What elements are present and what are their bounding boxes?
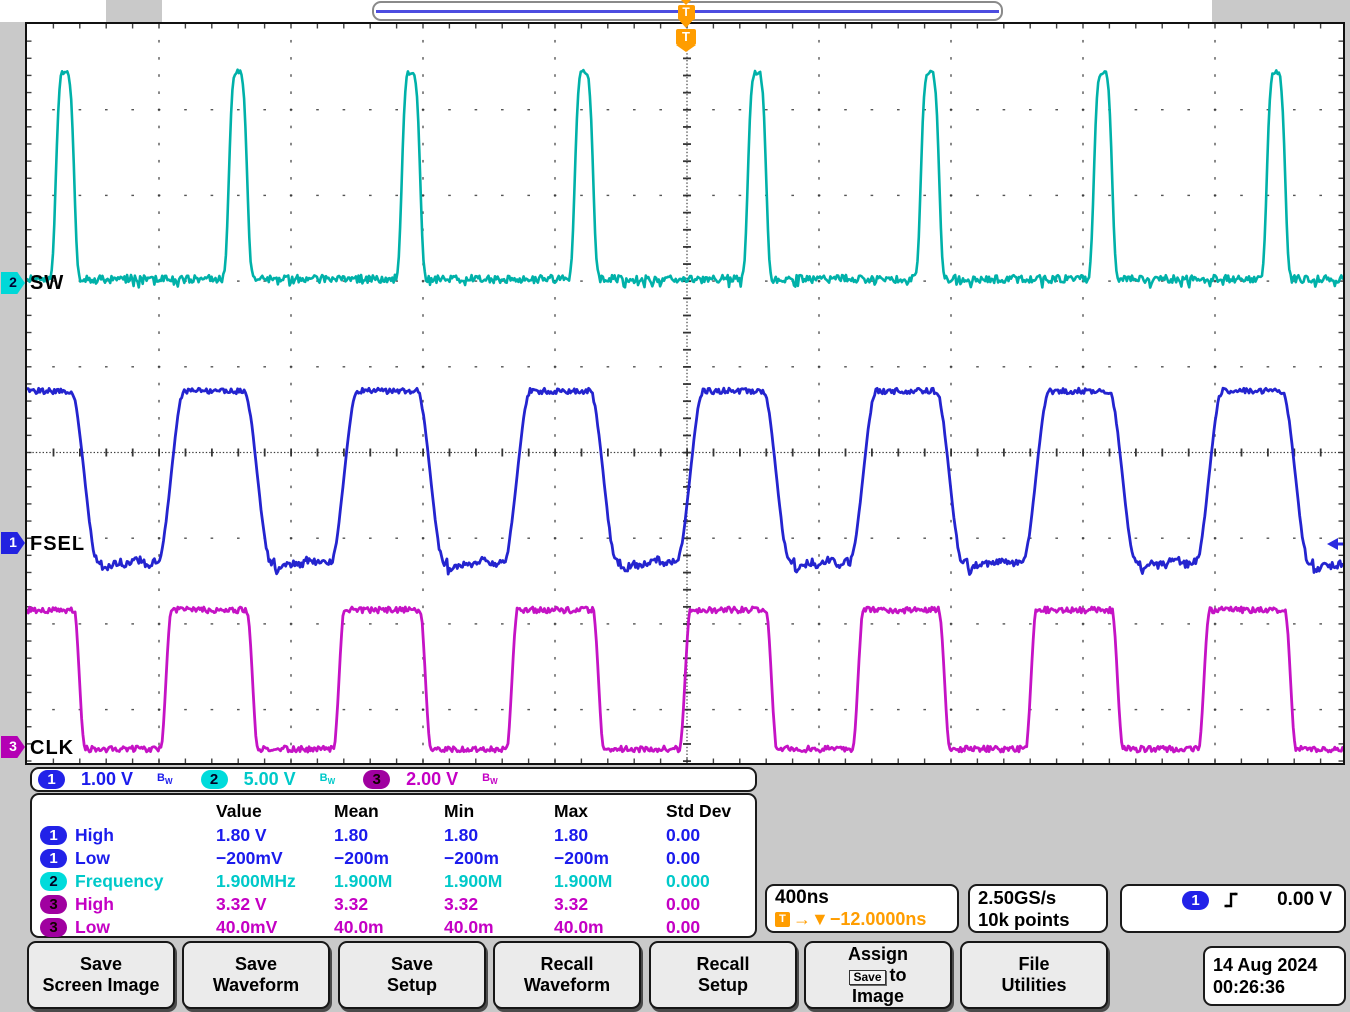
measurement-mean: 1.900M bbox=[334, 871, 444, 892]
save-screen-image-button[interactable]: SaveScreen Image bbox=[27, 941, 175, 1009]
date-text: 14 Aug 2024 bbox=[1213, 954, 1344, 976]
col-header-stddev: Std Dev bbox=[666, 801, 755, 822]
measurement-max: 1.900M bbox=[554, 871, 666, 892]
col-header-min: Min bbox=[444, 801, 554, 822]
recall-waveform-button[interactable]: RecallWaveform bbox=[493, 941, 641, 1009]
wave-label-fsel: FSEL bbox=[30, 533, 85, 556]
assign-save-to-image-button[interactable]: AssignSavetoImage bbox=[804, 941, 952, 1009]
delay-value: −12.0000ns bbox=[830, 909, 927, 930]
trigger-readout: 1 0.00 V bbox=[1120, 884, 1346, 933]
recall-setup-button[interactable]: RecallSetup bbox=[649, 941, 797, 1009]
measurement-value: 3.32 V bbox=[216, 894, 334, 915]
measurement-label: High bbox=[75, 825, 114, 846]
measurement-row: 3High3.32 V3.323.323.320.00 bbox=[40, 893, 755, 916]
datetime-box: 14 Aug 2024 00:26:36 bbox=[1203, 946, 1346, 1006]
measurement-mean: −200m bbox=[334, 848, 444, 869]
ch1-position-marker: 1 bbox=[1, 532, 25, 554]
wave-label-clk: CLK bbox=[30, 737, 74, 760]
ch2-position-marker: 2 bbox=[1, 272, 25, 294]
trigger-t-icon: T bbox=[775, 912, 790, 927]
measurement-std: 0.00 bbox=[666, 894, 755, 915]
ch1-badge: 1 bbox=[38, 770, 65, 789]
measurement-row: 3Low40.0mV40.0m40.0m40.0m0.00 bbox=[40, 916, 755, 939]
record-length: 10k points bbox=[978, 909, 1098, 931]
ch1-badge: 1 bbox=[40, 849, 67, 868]
top-strip-segment bbox=[0, 0, 106, 22]
measurement-row: 1High1.80 V1.801.801.800.00 bbox=[40, 824, 755, 847]
measurement-mean: 1.80 bbox=[334, 825, 444, 846]
measurement-std: 0.00 bbox=[666, 848, 755, 869]
ch3-badge: 3 bbox=[40, 918, 67, 937]
measurement-std: 0.00 bbox=[666, 825, 755, 846]
ch3-badge: 3 bbox=[40, 895, 67, 914]
bandwidth-limit-icon: BW bbox=[482, 772, 498, 786]
measurement-max: 1.80 bbox=[554, 825, 666, 846]
measurement-row: 2Frequency1.900MHz1.900M1.900M1.900M0.00… bbox=[40, 870, 755, 893]
rising-edge-icon bbox=[1223, 891, 1241, 909]
measurement-row: 1Low−200mV−200m−200m−200m0.00 bbox=[40, 847, 755, 870]
save-waveform-button[interactable]: SaveWaveform bbox=[182, 941, 330, 1009]
measurement-value: 1.900MHz bbox=[216, 871, 334, 892]
delay-arrows: →▼ bbox=[793, 909, 829, 930]
ch1-badge: 1 bbox=[40, 826, 67, 845]
measurement-max: 40.0m bbox=[554, 917, 666, 938]
measurement-label: High bbox=[75, 894, 114, 915]
trigger-level-arrow bbox=[1327, 538, 1343, 550]
measurement-header-row: Value Mean Min Max Std Dev bbox=[40, 798, 755, 824]
measurement-min: 1.80 bbox=[444, 825, 554, 846]
ch3-scale: 2.00 V bbox=[406, 769, 458, 790]
sample-rate: 2.50GS/s bbox=[978, 887, 1098, 909]
graticule: SW FSEL CLK bbox=[25, 22, 1345, 765]
timebase-value: 400ns bbox=[775, 887, 949, 909]
measurement-max: 3.32 bbox=[554, 894, 666, 915]
measurement-value: 40.0mV bbox=[216, 917, 334, 938]
wave-label-sw: SW bbox=[30, 272, 64, 295]
measurement-table: Value Mean Min Max Std Dev 1High1.80 V1.… bbox=[30, 793, 757, 938]
measurement-mean: 40.0m bbox=[334, 917, 444, 938]
save-setup-button[interactable]: SaveSetup bbox=[338, 941, 486, 1009]
trigger-source-badge: 1 bbox=[1182, 891, 1209, 910]
measurement-max: −200m bbox=[554, 848, 666, 869]
measurement-std: 0.000 bbox=[666, 871, 755, 892]
trigger-flag-icon: T bbox=[676, 29, 696, 52]
ch3-position-marker: 3 bbox=[1, 736, 25, 758]
trigger-level: 0.00 V bbox=[1277, 889, 1332, 911]
measurement-min: 1.900M bbox=[444, 871, 554, 892]
save-chip-icon: Save bbox=[849, 970, 885, 985]
time-text: 00:26:36 bbox=[1213, 976, 1344, 998]
col-header-max: Max bbox=[554, 801, 666, 822]
measurement-min: 3.32 bbox=[444, 894, 554, 915]
measurement-mean: 3.32 bbox=[334, 894, 444, 915]
bandwidth-limit-icon: BW bbox=[320, 772, 336, 786]
col-header-value: Value bbox=[216, 801, 334, 822]
ch3-badge: 3 bbox=[363, 770, 390, 789]
acquisition-readout: 2.50GS/s 10k points bbox=[968, 884, 1108, 933]
ch1-scale: 1.00 V bbox=[81, 769, 133, 790]
measurement-label: Low bbox=[75, 848, 110, 869]
file-utilities-button[interactable]: FileUtilities bbox=[960, 941, 1108, 1009]
measurement-value: 1.80 V bbox=[216, 825, 334, 846]
trigger-arrow-icon bbox=[679, 20, 693, 28]
channel-scale-bar: 1 1.00 V BW 2 5.00 V BW 3 2.00 V BW bbox=[30, 767, 757, 792]
measurement-label: Low bbox=[75, 917, 110, 938]
col-header-mean: Mean bbox=[334, 801, 444, 822]
trigger-delay: T →▼ −12.0000ns bbox=[775, 909, 949, 930]
measurement-label: Frequency bbox=[75, 871, 164, 892]
measurement-std: 0.00 bbox=[666, 917, 755, 938]
ch2-scale: 5.00 V bbox=[244, 769, 296, 790]
oscilloscope-screen: T T SW FSEL CLK 2 1 3 1 1.00 V BW 2 5.00 V BW… bbox=[0, 0, 1350, 1012]
measurement-min: −200m bbox=[444, 848, 554, 869]
measurement-value: −200mV bbox=[216, 848, 334, 869]
trigger-position-marker: T T bbox=[671, 0, 701, 56]
waveform-canvas bbox=[27, 24, 1343, 763]
ch2-badge: 2 bbox=[201, 770, 228, 789]
measurement-min: 40.0m bbox=[444, 917, 554, 938]
bandwidth-limit-icon: BW bbox=[157, 772, 173, 786]
timebase-readout: 400ns T →▼ −12.0000ns bbox=[765, 884, 959, 933]
trigger-t-icon: T bbox=[678, 5, 695, 20]
ch2-badge: 2 bbox=[40, 872, 67, 891]
